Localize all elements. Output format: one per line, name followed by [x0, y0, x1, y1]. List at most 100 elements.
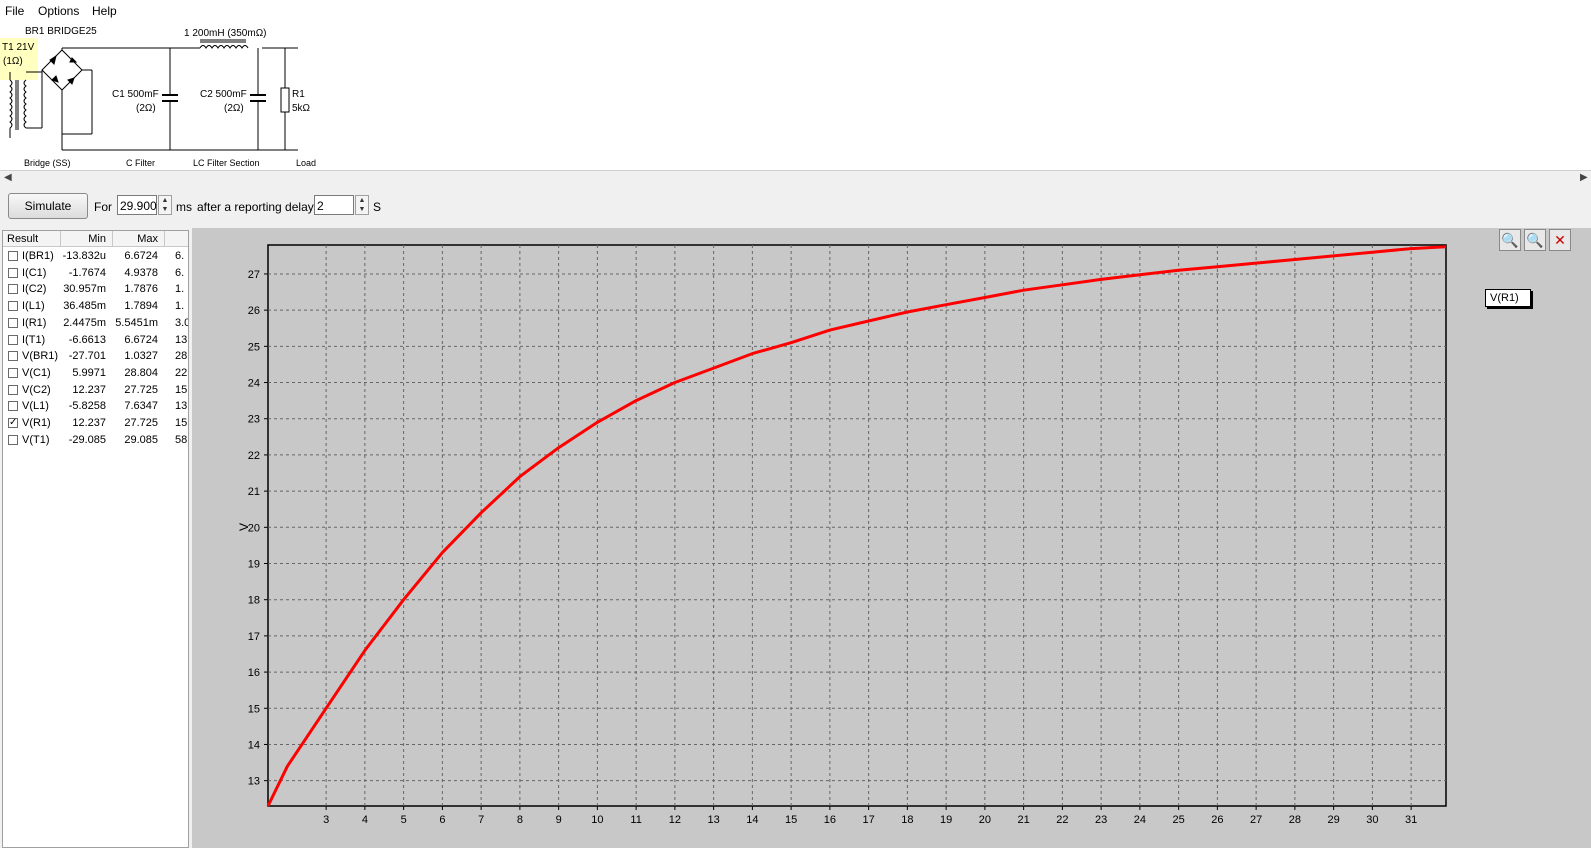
result-row[interactable]: I(L1) 36.485m 1.7894 1.: [3, 298, 188, 314]
result-extra: 15: [175, 417, 188, 429]
y-tick-label: 24: [248, 378, 260, 390]
x-tick-label: 12: [669, 814, 681, 826]
y-tick-label: 27: [248, 269, 260, 281]
result-checkbox[interactable]: [8, 401, 18, 412]
result-min: -27.701: [68, 350, 106, 363]
x-tick-label: 22: [1056, 814, 1068, 826]
result-checkbox[interactable]: [8, 434, 18, 445]
c2-label: C2 500mF: [200, 89, 247, 100]
zoom-reset-icon[interactable]: ✕: [1549, 229, 1571, 251]
x-tick-label: 8: [517, 814, 523, 826]
capacitor-c2-icon[interactable]: [250, 94, 266, 102]
x-tick-label: 4: [362, 814, 368, 826]
result-row[interactable]: I(R1) 2.4475m 5.5451m 3.0: [3, 315, 189, 331]
result-extra: 1.: [175, 283, 185, 296]
header-max[interactable]: Max: [113, 231, 165, 247]
result-checkbox[interactable]: [8, 267, 18, 278]
x-tick-label: 31: [1405, 814, 1417, 826]
result-row[interactable]: V(C1) 5.9971 28.804 22: [3, 365, 188, 381]
x-tick-label: 17: [863, 814, 875, 826]
result-checkbox[interactable]: [8, 351, 18, 362]
result-max: 29.085: [124, 433, 158, 446]
transformer-label: T1 21V: [2, 42, 35, 53]
result-row[interactable]: V(C2) 12.237 27.725 15: [3, 382, 188, 398]
header-min[interactable]: Min: [61, 231, 113, 247]
zoom-in-icon[interactable]: 🔍: [1499, 229, 1521, 251]
result-extra: 13: [175, 400, 188, 413]
result-checkbox[interactable]: [8, 367, 18, 378]
result-checkbox[interactable]: ✓: [8, 418, 18, 428]
inductor-label: 1 200mH (350mΩ): [184, 28, 267, 39]
for-label: For: [94, 200, 112, 214]
scroll-right-icon[interactable]: ▶: [1580, 172, 1588, 183]
section-bridge: Bridge (SS): [24, 158, 71, 168]
x-tick-label: 30: [1366, 814, 1378, 826]
result-min: -6.6613: [68, 333, 106, 346]
result-min: -1.7674: [68, 266, 106, 279]
result-row[interactable]: V(BR1) -27.701 1.0327 28: [3, 348, 188, 364]
y-tick-label: 25: [248, 341, 260, 353]
scroll-left-icon[interactable]: ◀: [4, 172, 12, 183]
ms-label: ms: [176, 200, 192, 214]
results-list[interactable]: Result Min Max I(BR1) -13.832u 6.6724 6. I(C…: [2, 230, 189, 848]
result-row[interactable]: ✓ V(R1) 12.237 27.725 15: [3, 415, 188, 431]
y-tick-label: 23: [248, 414, 260, 426]
result-name: I(BR1): [22, 250, 54, 262]
result-min: 30.957m: [63, 283, 106, 296]
x-tick-label: 23: [1095, 814, 1107, 826]
result-checkbox[interactable]: [8, 301, 18, 312]
x-tick-label: 5: [401, 814, 407, 826]
result-checkbox[interactable]: [8, 317, 18, 328]
result-name: V(R1): [22, 417, 51, 429]
inductor-icon[interactable]: [199, 39, 249, 49]
resistor-r1-icon[interactable]: [280, 87, 290, 113]
result-checkbox[interactable]: [8, 251, 18, 261]
result-extra: 28: [175, 350, 188, 363]
result-name: I(R1): [22, 316, 47, 329]
result-checkbox[interactable]: [8, 334, 18, 345]
result-min: -13.832u: [62, 250, 106, 262]
x-tick-label: 6: [439, 814, 445, 826]
result-max: 1.0327: [124, 350, 158, 363]
x-tick-label: 24: [1134, 814, 1146, 826]
result-min: 12.237: [72, 383, 106, 396]
result-row[interactable]: I(T1) -6.6613 6.6724 13: [3, 332, 188, 348]
duration-stepper[interactable]: ▲ ▼: [158, 195, 172, 215]
header-extra[interactable]: [165, 231, 188, 247]
result-checkbox[interactable]: [8, 284, 18, 295]
section-lcfilter: LC Filter Section: [193, 158, 260, 168]
schematic-scrollbar[interactable]: ◀ ▶: [0, 170, 1591, 188]
duration-input[interactable]: 29.900: [117, 195, 157, 215]
bridge-rectifier-icon[interactable]: [41, 47, 98, 135]
legend-v-r1[interactable]: V(R1): [1485, 289, 1531, 307]
y-tick-label: 19: [248, 559, 260, 571]
result-extra: 3.0: [175, 316, 189, 329]
delay-input[interactable]: 2: [314, 195, 354, 215]
y-tick-label: 14: [248, 739, 260, 751]
menu-help[interactable]: Help: [92, 4, 117, 18]
y-tick-label: 17: [248, 631, 260, 643]
plot-area[interactable]: 3 4 5 6 7 8 9 10 11 12 13 14 15 16 17 18 19 20 21 22 23 24 25 2…: [192, 228, 1591, 848]
result-max: 4.9378: [124, 266, 158, 279]
result-extra: 1.: [175, 300, 185, 313]
voltage-chart[interactable]: 3 4 5 6 7 8 9 10 11 12 13 14 15 16 17 18 19 20 21 22 23 24 25 2…: [192, 228, 1591, 848]
zoom-out-icon[interactable]: 🔍: [1524, 229, 1546, 251]
result-max: 27.725: [124, 417, 158, 429]
header-result[interactable]: Result: [3, 231, 61, 247]
c1-res: (2Ω): [136, 103, 156, 114]
menu-file[interactable]: File: [5, 4, 24, 18]
result-checkbox[interactable]: [8, 384, 18, 395]
menu-options[interactable]: Options: [38, 4, 79, 18]
result-row[interactable]: V(T1) -29.085 29.085 58: [3, 432, 188, 448]
delay-stepper[interactable]: ▲ ▼: [355, 195, 369, 215]
result-row[interactable]: V(L1) -5.8258 7.6347 13: [3, 398, 188, 414]
simulate-button[interactable]: Simulate: [8, 193, 88, 219]
result-row[interactable]: I(BR1) -13.832u 6.6724 6.: [3, 248, 188, 264]
result-name: V(T1): [22, 433, 50, 446]
result-row[interactable]: I(C1) -1.7674 4.9378 6.: [3, 265, 188, 281]
result-max: 28.804: [124, 366, 158, 379]
capacitor-c1-icon[interactable]: [162, 94, 178, 102]
transformer-icon[interactable]: [9, 71, 42, 138]
result-row[interactable]: I(C2) 30.957m 1.7876 1.: [3, 281, 188, 297]
result-max: 6.6724: [124, 333, 158, 346]
